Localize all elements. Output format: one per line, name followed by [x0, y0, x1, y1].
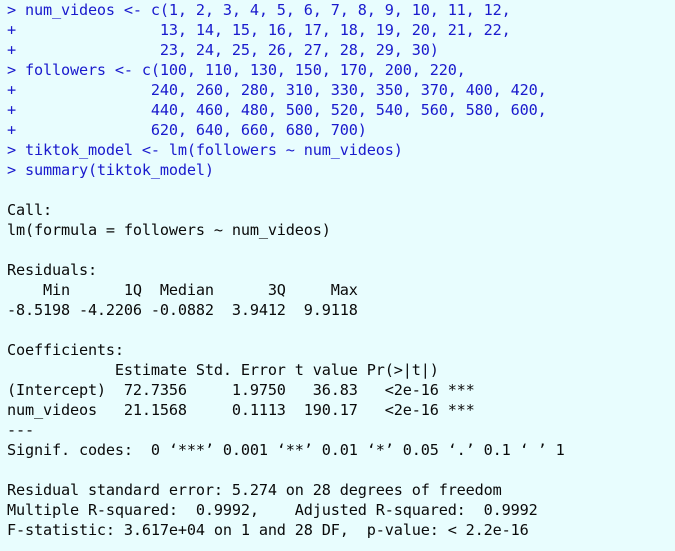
- console-input-line: > followers <- c(100, 110, 130, 150, 170…: [7, 61, 466, 79]
- console-input-line: > tiktok_model <- lm(followers ~ num_vid…: [7, 141, 403, 159]
- residuals-values: -8.5198 -4.2206 -0.0882 3.9412 9.9118: [7, 301, 367, 319]
- coefficients-row-num-videos: num_videos 21.1568 0.1113 190.17 <2e-16 …: [7, 401, 475, 419]
- coefficients-columns: Estimate Std. Error t value Pr(>|t|): [7, 361, 475, 379]
- console-input-line: + 440, 460, 480, 500, 520, 540, 560, 580…: [7, 101, 547, 119]
- f-statistic: F-statistic: 3.617e+04 on 1 and 28 DF, p…: [7, 521, 529, 539]
- call-header: Call:: [7, 201, 52, 219]
- r-console[interactable]: > num_videos <- c(1, 2, 3, 4, 5, 6, 7, 8…: [0, 0, 675, 551]
- coefficients-header: Coefficients:: [7, 341, 124, 359]
- console-input-line: + 620, 640, 660, 680, 700): [7, 121, 367, 139]
- residual-standard-error: Residual standard error: 5.274 on 28 deg…: [7, 481, 502, 499]
- console-input-line: > summary(tiktok_model): [7, 161, 214, 179]
- residuals-header: Residuals:: [7, 261, 97, 279]
- residuals-labels: Min 1Q Median 3Q Max: [7, 281, 367, 299]
- call-formula: lm(formula = followers ~ num_videos): [7, 221, 331, 239]
- signif-codes: Signif. codes: 0 ‘***’ 0.001 ‘**’ 0.01 ‘…: [7, 441, 565, 459]
- separator: ---: [7, 421, 34, 439]
- console-input-line: + 13, 14, 15, 16, 17, 18, 19, 20, 21, 22…: [7, 21, 511, 39]
- r-squared: Multiple R-squared: 0.9992, Adjusted R-s…: [7, 501, 547, 519]
- coefficients-row-intercept: (Intercept) 72.7356 1.9750 36.83 <2e-16 …: [7, 381, 475, 399]
- console-input-line: + 240, 260, 280, 310, 330, 350, 370, 400…: [7, 81, 547, 99]
- console-input-line: + 23, 24, 25, 26, 27, 28, 29, 30): [7, 41, 439, 59]
- console-input-line: > num_videos <- c(1, 2, 3, 4, 5, 6, 7, 8…: [7, 1, 511, 19]
